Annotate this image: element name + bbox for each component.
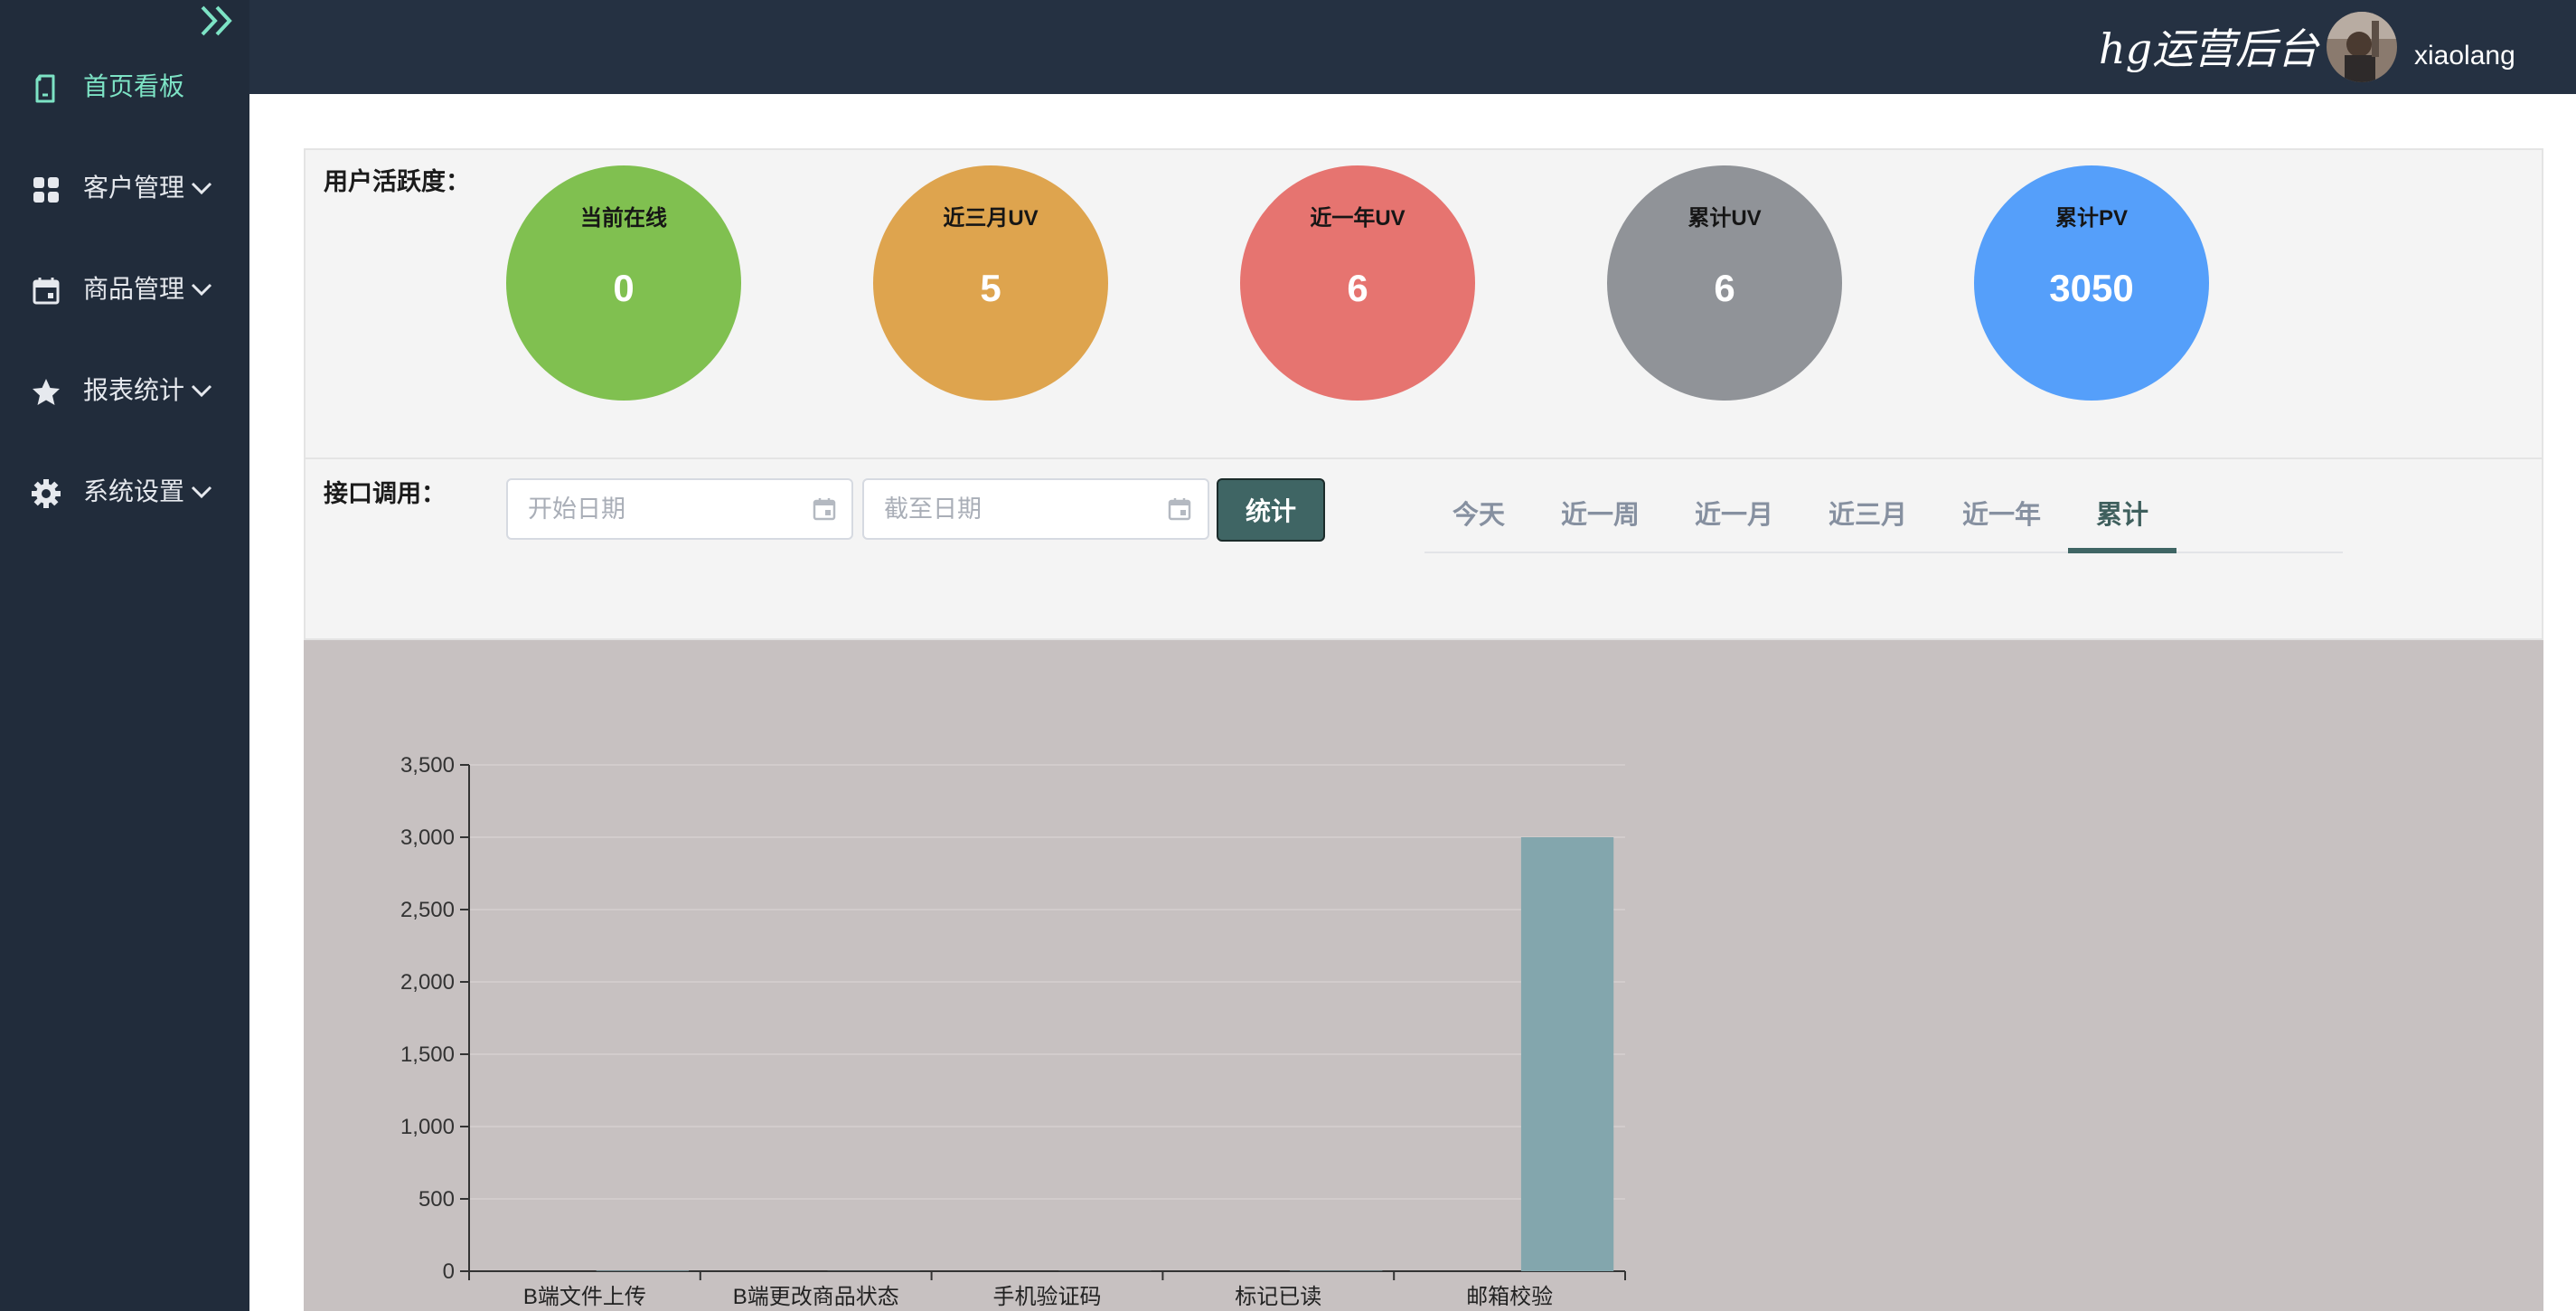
api-chart-area: 0 500 1,000 1,500 2,000 2,500 3,000 3,500 B端文件上传…	[304, 640, 2543, 1311]
stat-circle-3month-uv: 近三月UV 5	[873, 165, 1108, 401]
stat-circle-total-uv: 累计UV 6	[1607, 165, 1842, 401]
chevron-down-icon	[191, 182, 212, 195]
statistics-button[interactable]: 统计	[1217, 478, 1325, 542]
calendar-icon[interactable]	[811, 495, 838, 523]
sidebar: 首页看板 客户管理 商品管理 报表统计 系统设置	[0, 0, 249, 1311]
tab-year[interactable]: 近一年	[1962, 494, 2041, 537]
star-icon	[33, 379, 60, 405]
bar-chart: 0 500 1,000 1,500 2,000 2,500 3,000 3,500 B端文件上传…	[400, 753, 1626, 1309]
start-date-input[interactable]	[506, 478, 853, 540]
sidebar-item-label: 报表统计	[83, 376, 185, 404]
stat-title: 累计UV	[1688, 206, 1762, 231]
tab-total[interactable]: 累计	[2096, 494, 2148, 537]
tabs-divider	[1424, 552, 2343, 553]
stat-circle-total-pv: 累计PV 3050	[1974, 165, 2209, 401]
sidebar-item-dashboard[interactable]: 首页看板	[0, 51, 249, 123]
activity-section-label: 用户活跃度：	[324, 168, 470, 195]
stat-value: 0	[613, 267, 635, 309]
x-tick-label: B端文件上传	[523, 1285, 646, 1309]
y-tick-label: 1,000	[400, 1115, 455, 1139]
sidebar-item-settings[interactable]: 系统设置	[0, 456, 249, 528]
chart-bar	[596, 1270, 690, 1271]
y-tick-label: 0	[443, 1259, 455, 1284]
expand-sidebar-icon[interactable]	[197, 2, 239, 40]
calendar-icon[interactable]	[1166, 495, 1193, 523]
y-tick-label: 1,500	[400, 1042, 455, 1067]
stat-title: 近三月UV	[943, 206, 1039, 231]
app-brand-title: hg运营后台	[2099, 24, 2319, 73]
tab-three-months[interactable]: 近三月	[1829, 494, 1907, 537]
sidebar-item-customers[interactable]: 客户管理	[0, 152, 249, 224]
calendar-icon	[33, 278, 60, 305]
sidebar-item-reports[interactable]: 报表统计	[0, 354, 249, 427]
chevron-down-icon	[191, 283, 212, 297]
x-tick-label: 手机验证码	[993, 1285, 1102, 1309]
stat-value: 3050	[2049, 267, 2134, 309]
document-icon	[35, 74, 55, 103]
sidebar-item-label: 系统设置	[83, 477, 185, 505]
x-tick-label: 标记已读	[1235, 1285, 1321, 1309]
username[interactable]: xiaolang	[2414, 36, 2515, 76]
y-tick-label: 2,000	[400, 970, 455, 995]
stat-circle-online: 当前在线 0	[506, 165, 741, 401]
tab-month[interactable]: 近一月	[1695, 494, 1773, 537]
grid-icon	[33, 177, 59, 203]
stat-title: 累计PV	[2054, 206, 2128, 231]
y-tick-label: 3,500	[400, 753, 455, 778]
gear-icon	[32, 479, 61, 508]
stat-title: 当前在线	[580, 206, 667, 231]
avatar[interactable]	[2327, 12, 2397, 82]
stat-value: 6	[1714, 267, 1735, 309]
api-section-label: 接口调用：	[324, 480, 446, 507]
sidebar-item-label: 客户管理	[83, 174, 185, 202]
tab-today[interactable]: 今天	[1453, 494, 1505, 537]
tab-week[interactable]: 近一周	[1561, 494, 1640, 537]
avatar-image	[2327, 12, 2397, 82]
chart-bar	[1520, 837, 1614, 1271]
active-tab-indicator	[2068, 548, 2176, 553]
stat-title: 近一年UV	[1310, 206, 1406, 231]
x-tick-label: B端更改商品状态	[733, 1285, 899, 1309]
sidebar-item-products[interactable]: 商品管理	[0, 253, 249, 325]
y-tick-label: 500	[418, 1187, 455, 1212]
chevron-down-icon	[191, 486, 212, 499]
sidebar-item-label: 首页看板	[83, 72, 185, 100]
stat-value: 6	[1347, 267, 1368, 309]
chevron-down-icon	[191, 384, 212, 398]
x-tick-label: 邮箱校验	[1466, 1285, 1553, 1309]
stat-circle-year-uv: 近一年UV 6	[1240, 165, 1475, 401]
y-tick-label: 2,500	[400, 898, 455, 922]
stat-value: 5	[980, 267, 1001, 309]
y-tick-label: 3,000	[400, 825, 455, 850]
end-date-input[interactable]	[862, 478, 1209, 540]
sidebar-item-label: 商品管理	[83, 275, 185, 303]
